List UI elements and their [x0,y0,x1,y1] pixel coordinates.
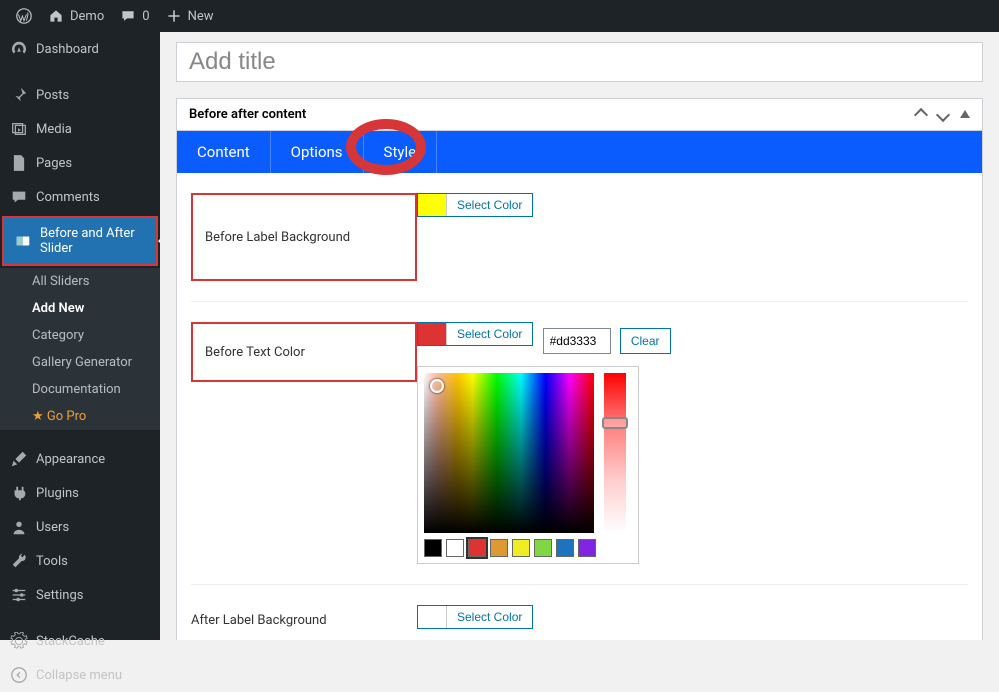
dashboard-icon [10,40,28,58]
preset-white[interactable] [446,539,464,557]
swatch-after-label-bg[interactable] [418,606,446,628]
user-icon [10,518,28,536]
clear-before-text-color[interactable]: Clear [620,328,671,354]
submenu-go-pro[interactable]: Go Pro [0,403,160,430]
menu-before-after-slider-highlight: Before and After Slider [2,216,158,266]
site-name-link[interactable]: Demo [40,0,112,32]
preset-green[interactable] [534,539,552,557]
new-label: New [188,9,214,24]
preset-blue[interactable] [556,539,574,557]
submenu-add-new[interactable]: Add New [0,295,160,322]
menu-appearance[interactable]: Appearance [0,442,160,476]
sliders-icon [10,586,28,604]
pin-icon [10,86,28,104]
menu-posts[interactable]: Posts [0,78,160,112]
post-title-input[interactable] [176,42,983,82]
menu-comments[interactable]: Comments [0,180,160,214]
admin-bar: Demo 0 New [0,0,999,32]
menu-collapse[interactable]: Collapse menu [0,658,160,692]
tab-options[interactable]: Options [271,131,364,173]
metabox-move-up[interactable] [914,107,928,121]
menu-users[interactable]: Users [0,510,160,544]
swatch-before-text-color[interactable] [418,323,446,345]
color-picker-hue[interactable] [604,373,626,533]
submenu-all-sliders[interactable]: All Sliders [0,268,160,295]
brush-icon [10,450,28,468]
label-after-label-background: After Label Background [191,605,417,632]
preset-red[interactable] [468,539,486,557]
row-before-label-background: Before Label Background Select Color [191,173,968,302]
slider-icon [14,232,32,250]
color-picker [417,366,639,564]
metabox-toggle[interactable] [960,110,970,118]
color-picker-presets [424,539,596,557]
row-after-label-background: After Label Background Select Color [191,585,968,640]
pages-icon [10,154,28,172]
submenu-before-after-slider: All Sliders Add New Category Gallery Gen… [0,268,160,430]
hex-input-before-text-color[interactable] [543,328,611,354]
metabox-header: Before after content [177,99,982,131]
plug-icon [10,484,28,502]
style-panel: Before Label Background Select Color Bef… [177,173,982,640]
label-before-label-background: Before Label Background [191,193,417,281]
comment-icon [120,8,136,24]
tab-bar: Content Options Style [177,131,982,173]
color-picker-cursor[interactable] [430,379,444,393]
swatch-before-label-bg[interactable] [418,194,446,216]
menu-tools[interactable]: Tools [0,544,160,578]
home-icon [48,8,64,24]
comments-link[interactable]: 0 [112,0,157,32]
metabox-title: Before after content [189,107,306,122]
select-color-after-label-bg[interactable]: Select Color [446,606,532,628]
preset-orange[interactable] [490,539,508,557]
menu-dashboard[interactable]: Dashboard [0,32,160,66]
tab-content[interactable]: Content [177,131,271,173]
metabox-before-after-content: Before after content Content Options Sty… [176,98,983,640]
label-before-text-color: Before Text Color [191,322,417,382]
comments-count: 0 [142,9,149,24]
collapse-icon [10,666,28,684]
preset-yellow[interactable] [512,539,530,557]
select-color-before-label-bg[interactable]: Select Color [446,194,532,216]
wordpress-icon [16,8,32,24]
color-picker-hue-handle[interactable] [602,417,628,429]
plus-icon [166,8,182,24]
select-color-before-text-color[interactable]: Select Color [446,323,532,345]
preset-black[interactable] [424,539,442,557]
wrench-icon [10,552,28,570]
color-picker-saturation[interactable] [424,373,594,533]
menu-media[interactable]: Media [0,112,160,146]
menu-plugins[interactable]: Plugins [0,476,160,510]
comment-icon [10,188,28,206]
main-content: Before after content Content Options Sty… [160,32,999,640]
admin-sidebar: Dashboard Posts Media Pages Comments Bef… [0,32,160,640]
wp-logo[interactable] [8,0,40,32]
site-name: Demo [70,9,104,24]
submenu-gallery-generator[interactable]: Gallery Generator [0,349,160,376]
preset-purple[interactable] [578,539,596,557]
gear-icon [10,632,28,650]
menu-pages[interactable]: Pages [0,146,160,180]
metabox-move-down[interactable] [936,107,950,121]
menu-settings[interactable]: Settings [0,578,160,612]
media-icon [10,120,28,138]
submenu-category[interactable]: Category [0,322,160,349]
menu-before-after-slider[interactable]: Before and After Slider [4,218,156,264]
menu-stackcache[interactable]: StackCache [0,624,160,658]
new-content-link[interactable]: New [158,0,222,32]
tab-style[interactable]: Style [364,131,438,173]
row-before-text-color: Before Text Color Select Color Clear [191,302,968,585]
submenu-documentation[interactable]: Documentation [0,376,160,403]
